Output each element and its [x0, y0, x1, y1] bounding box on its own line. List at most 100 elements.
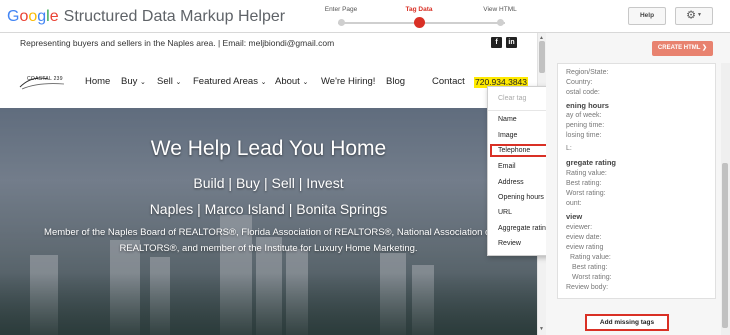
data-item-field: Country: — [566, 79, 593, 86]
nav-label: Featured Areas — [193, 76, 258, 87]
scrollbar-thumb[interactable] — [539, 41, 545, 73]
hero-locations: Naples | Marco Island | Bonita Springs — [149, 201, 388, 217]
menu-item-address[interactable]: Address▸ — [498, 179, 565, 186]
menu-item-label: Image — [498, 132, 518, 139]
step-enter-page: Enter Page — [306, 6, 376, 26]
data-item-field: ay of week: — [566, 112, 602, 119]
nav-label: About — [275, 76, 300, 87]
data-item-field: pening time: — [566, 122, 605, 129]
nav-label: Sell — [157, 76, 173, 87]
menu-item-label: Opening hours — [498, 194, 544, 201]
menu-item-label: Review — [498, 240, 521, 247]
nav-item-featured-areas[interactable]: Featured Areas ⌄ — [193, 76, 266, 87]
menu-item-clear-tag[interactable]: Clear tag — [498, 95, 526, 102]
step-view-html: View HTML — [465, 6, 535, 26]
menu-item-label: Aggregate rating — [498, 225, 550, 232]
step-dot-active — [414, 17, 425, 28]
nav-item-contact[interactable]: Contact — [432, 76, 465, 87]
brand-letter: G — [7, 8, 20, 25]
nav-item-home[interactable]: Home — [85, 76, 110, 87]
data-section-heading: gregate rating — [566, 158, 617, 167]
add-missing-tags-button[interactable]: Add missing tags — [585, 314, 669, 331]
data-item-field: Worst rating: — [566, 190, 606, 197]
chevron-down-icon: ⌄ — [260, 79, 267, 86]
create-html-button[interactable]: CREATE HTML ❯ — [652, 41, 713, 56]
scroll-down-icon[interactable]: ▼ — [539, 326, 544, 332]
data-item-field: Best rating: — [572, 264, 608, 271]
caret-down-icon: ▼ — [696, 12, 702, 18]
menu-item-review[interactable]: Review▸ — [498, 240, 565, 247]
nav-item-buy[interactable]: Buy ⌄ — [121, 76, 146, 87]
menu-item-image[interactable]: Image — [498, 132, 517, 139]
menu-item-label: Email — [498, 163, 516, 170]
step-label: Tag Data — [405, 6, 433, 13]
app-title: Structured Data Markup Helper — [63, 8, 286, 25]
data-item-field: Worst rating: — [572, 274, 612, 281]
top-bar: Google Structured Data Markup Helper Ente… — [0, 0, 730, 33]
chevron-right-icon: ❯ — [702, 45, 708, 51]
nav-item-sell[interactable]: Sell ⌄ — [157, 76, 181, 87]
hero-membership-line2: REALTORS®, and member of the Institute f… — [119, 243, 418, 254]
settings-button[interactable]: ⚙▼ — [675, 7, 713, 25]
menu-item-label: Name — [498, 116, 517, 123]
site-topline: Representing buyers and sellers in the N… — [20, 38, 335, 48]
chevron-down-icon: ⌄ — [302, 79, 309, 86]
chevron-down-icon: ⌄ — [175, 79, 182, 86]
step-label: View HTML — [483, 6, 517, 13]
step-tag-data: Tag Data — [384, 6, 454, 28]
data-section-heading: view — [566, 212, 583, 221]
data-item-field: Review body: — [566, 284, 609, 291]
hero-heading: We Help Lead You Home — [150, 137, 387, 160]
data-item-field: eview date: — [566, 234, 602, 241]
menu-item-opening-hours[interactable]: Opening hours▸ — [498, 194, 565, 201]
menu-item-label: Telephone — [498, 147, 531, 154]
menu-item-aggregate-rating[interactable]: Aggregate rating▸ — [498, 225, 565, 232]
menu-item-label: URL — [498, 209, 513, 216]
app-brand: Google Structured Data Markup Helper — [7, 8, 285, 26]
data-item-field: Rating value: — [566, 170, 607, 177]
data-item-field: Region/State: — [566, 69, 609, 76]
data-item-field: L: — [566, 145, 572, 152]
brand-letter: o — [28, 8, 38, 25]
nav-label: Contact — [432, 76, 465, 87]
data-item-field: Best rating: — [566, 180, 602, 187]
nav-item-hiring[interactable]: We're Hiring! — [321, 76, 375, 87]
data-section-heading: ening hours — [566, 101, 609, 110]
chevron-down-icon: ⌄ — [140, 79, 146, 86]
nav-label: Home — [85, 76, 111, 87]
step-label: Enter Page — [324, 6, 358, 13]
data-item-field: eviewer: — [566, 224, 593, 231]
sidebar-scrollbar[interactable] — [721, 63, 730, 335]
hero-services: Build | Buy | Sell | Invest — [193, 175, 344, 191]
logo-text: COASTAL 239 — [27, 76, 63, 82]
website-preview: Representing buyers and sellers in the N… — [0, 33, 537, 335]
my-data-items-panel: Region/State: Country: ostal code: ening… — [557, 63, 716, 299]
progress-stepper: Enter Page Tag Data View HTML — [325, 6, 517, 28]
nav-label: Buy — [121, 76, 138, 87]
facebook-icon[interactable]: f — [491, 37, 502, 48]
nav-label: We're Hiring! — [321, 76, 376, 87]
data-item-field: losing time: — [566, 132, 602, 139]
site-logo[interactable]: COASTAL 239 — [18, 73, 68, 91]
nav-item-about[interactable]: About ⌄ — [275, 76, 308, 87]
brand-letter: e — [49, 8, 59, 25]
hero-membership-line1: Member of the Naples Board of REALTORS®,… — [44, 227, 493, 238]
help-button[interactable]: Help — [628, 7, 666, 25]
data-item-field: Rating value: — [570, 254, 611, 261]
step-dot — [338, 19, 345, 26]
data-item-field: ostal code: — [566, 89, 600, 96]
menu-item-label: Address — [498, 179, 524, 186]
brand-letter: g — [37, 8, 47, 25]
linkedin-icon[interactable]: in — [506, 37, 517, 48]
button-label: CREATE HTML — [657, 45, 701, 51]
menu-item-email[interactable]: Email — [498, 163, 516, 170]
step-dot — [497, 19, 504, 26]
nav-label: Blog — [386, 76, 406, 87]
data-item-field: eview rating — [566, 244, 604, 251]
scrollbar-thumb[interactable] — [722, 163, 728, 328]
menu-item-name[interactable]: Name — [498, 116, 517, 123]
nav-item-blog[interactable]: Blog — [386, 76, 405, 87]
gear-icon: ⚙ — [686, 9, 696, 22]
data-item-field: ount: — [566, 200, 582, 207]
menu-item-url[interactable]: URL — [498, 209, 512, 216]
